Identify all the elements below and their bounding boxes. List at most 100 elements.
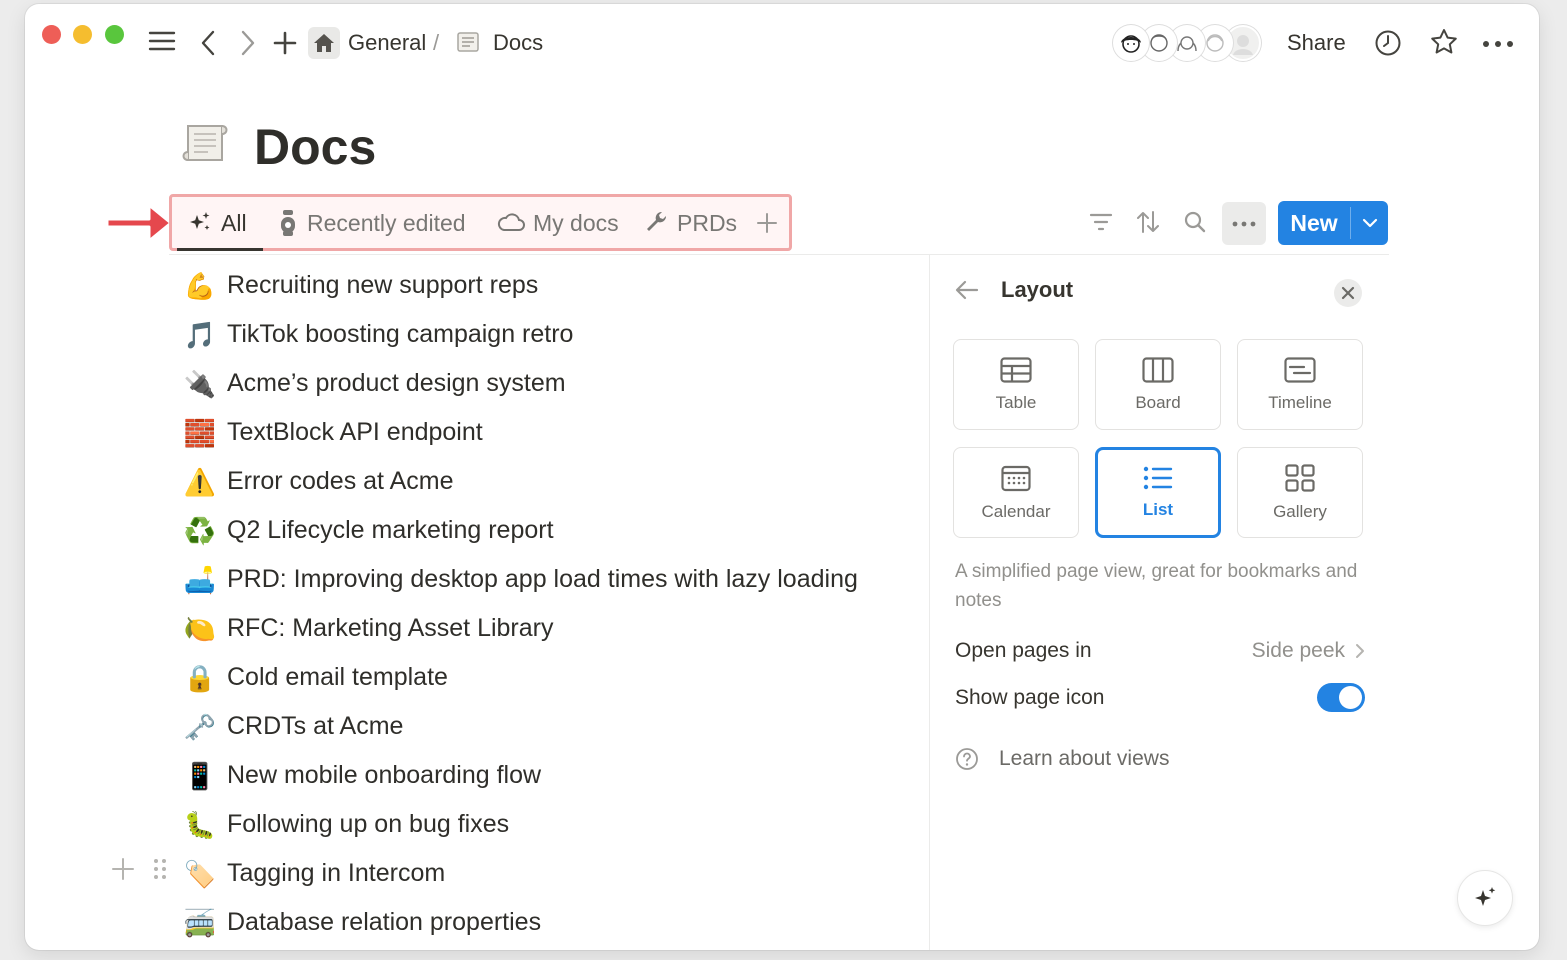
musical-note-icon: 🎵	[183, 319, 217, 350]
list-item[interactable]: 🍋 RFC: Marketing Asset Library	[183, 604, 943, 653]
list-icon	[1143, 466, 1173, 490]
share-button[interactable]: Share	[1287, 30, 1346, 56]
list-item[interactable]: ⚠️ Error codes at Acme	[183, 457, 943, 506]
layout-option-gallery[interactable]: Gallery	[1237, 447, 1363, 538]
more-options-icon[interactable]	[1481, 29, 1515, 59]
list-item[interactable]: 🚎 Database relation properties	[183, 898, 943, 947]
trolleybus-icon: 🚎	[183, 907, 217, 938]
show-page-icon-setting: Show page icon	[955, 683, 1365, 712]
open-pages-in-value[interactable]: Side peek	[1252, 639, 1365, 663]
sort-icon[interactable]	[1128, 202, 1168, 242]
list-item[interactable]: 🐛 Following up on bug fixes	[183, 800, 943, 849]
list-item[interactable]: 🏷️ Tagging in Intercom	[183, 849, 943, 898]
list-item[interactable]: 🔒 Cold email template	[183, 653, 943, 702]
help-question-icon	[955, 747, 979, 771]
minimize-window-button[interactable]	[73, 25, 92, 44]
mobile-phone-icon: 📱	[183, 760, 217, 791]
tab-label: All	[221, 209, 247, 236]
layout-panel-header: Layout	[955, 277, 1073, 303]
ai-assistant-button[interactable]	[1457, 870, 1513, 926]
list-item[interactable]: 🧱 TextBlock API endpoint	[183, 408, 943, 457]
layout-option-label: Calendar	[981, 501, 1051, 521]
warning-icon: ⚠️	[183, 466, 217, 497]
learn-about-views-link[interactable]: Learn about views	[955, 747, 1169, 771]
sparkles-icon	[1471, 884, 1499, 912]
home-icon[interactable]	[308, 27, 340, 59]
stopwatch-icon	[277, 209, 299, 237]
list-item[interactable]: ♻️ Q2 Lifecycle marketing report	[183, 506, 943, 555]
list-item[interactable]: 🛋️ PRD: Improving desktop app load times …	[183, 555, 943, 604]
layout-panel: Layout Table Board Timeline Calendar Lis…	[930, 255, 1388, 950]
list-item[interactable]: 📱 New mobile onboarding flow	[183, 751, 943, 800]
new-page-plus-icon[interactable]	[272, 28, 298, 58]
tab-prds[interactable]: PRDs	[645, 206, 737, 240]
back-arrow-icon[interactable]	[197, 28, 219, 58]
chevron-right-icon	[1355, 643, 1365, 659]
board-icon	[1142, 356, 1174, 383]
sidebar-menu-icon[interactable]	[147, 26, 177, 56]
list-item[interactable]: 🗝️ CRDTs at Acme	[183, 702, 943, 751]
list-item-title: Cold email template	[227, 663, 448, 691]
show-page-icon-toggle[interactable]	[1317, 683, 1365, 712]
scroll-page-icon	[455, 30, 481, 56]
zoom-window-button[interactable]	[105, 25, 124, 44]
list-item-title: Tagging in Intercom	[227, 859, 446, 887]
tab-all[interactable]: All	[187, 206, 247, 240]
layout-panel-title: Layout	[1001, 277, 1074, 302]
layout-option-label: Timeline	[1268, 392, 1332, 412]
new-button-label[interactable]: New	[1278, 201, 1350, 245]
favorite-star-icon[interactable]	[1428, 27, 1460, 57]
layout-option-label: Table	[995, 392, 1037, 412]
list-item-title: TextBlock API endpoint	[227, 418, 483, 446]
open-pages-in-setting[interactable]: Open pages in Side peek	[955, 639, 1365, 663]
list-item-title: New mobile onboarding flow	[227, 761, 542, 789]
bug-icon: 🐛	[183, 809, 217, 840]
layout-option-board[interactable]: Board	[1095, 339, 1221, 430]
list-item-title: Database relation properties	[227, 908, 542, 936]
list-item[interactable]: 💪 Recruiting new support reps	[183, 261, 943, 310]
filter-icon[interactable]	[1081, 202, 1121, 242]
list-item-title: CRDTs at Acme	[227, 712, 404, 740]
forward-arrow-icon[interactable]	[237, 28, 259, 58]
tab-recently-edited[interactable]: Recently edited	[277, 206, 466, 240]
back-arrow-icon[interactable]	[955, 280, 979, 300]
search-icon[interactable]	[1175, 202, 1215, 242]
tab-my-docs[interactable]: My docs	[497, 206, 619, 240]
list-item-title: TikTok boosting campaign retro	[227, 320, 574, 348]
list-item[interactable]: 🎵 TikTok boosting campaign retro	[183, 310, 943, 359]
list-item[interactable]: 🔌 Acme’s product design system	[183, 359, 943, 408]
layout-option-label: Gallery	[1273, 501, 1327, 521]
close-window-button[interactable]	[42, 25, 61, 44]
new-button[interactable]: New	[1278, 201, 1388, 245]
chevron-down-icon[interactable]	[1351, 201, 1388, 245]
add-block-plus-icon[interactable]	[111, 857, 135, 881]
active-tab-indicator	[177, 248, 263, 251]
page-title[interactable]: Docs	[254, 118, 376, 176]
scroll-page-icon[interactable]	[180, 116, 236, 172]
drag-handle-icon[interactable]	[153, 857, 167, 881]
collaborator-avatars[interactable]	[1113, 25, 1265, 63]
avatar[interactable]	[1113, 25, 1149, 61]
layout-option-table[interactable]: Table	[953, 339, 1079, 430]
table-icon	[1000, 356, 1032, 383]
list-item-title: Q2 Lifecycle marketing report	[227, 516, 554, 544]
layout-option-timeline[interactable]: Timeline	[1237, 339, 1363, 430]
breadcrumb-page-label: Docs	[493, 30, 544, 55]
close-icon[interactable]	[1334, 279, 1362, 307]
add-view-plus-icon[interactable]	[757, 206, 777, 240]
layout-option-label: Board	[1135, 392, 1181, 412]
learn-link-label: Learn about views	[999, 747, 1170, 770]
layout-option-calendar[interactable]: Calendar	[953, 447, 1079, 538]
gallery-icon	[1285, 463, 1315, 492]
sparkles-icon	[187, 210, 213, 236]
breadcrumb-separator: /	[433, 30, 440, 55]
view-options-more-icon[interactable]	[1222, 202, 1266, 245]
breadcrumb-workspace[interactable]: General	[348, 26, 426, 60]
breadcrumb-page[interactable]: Docs	[455, 26, 543, 60]
layout-option-list[interactable]: List	[1095, 447, 1221, 538]
couch-icon: 🛋️	[183, 564, 217, 595]
wrench-icon	[645, 211, 669, 235]
tab-label: PRDs	[677, 209, 738, 236]
docs-list: 💪 Recruiting new support reps 🎵 TikTok boo…	[183, 261, 943, 947]
history-clock-icon[interactable]	[1373, 28, 1403, 58]
